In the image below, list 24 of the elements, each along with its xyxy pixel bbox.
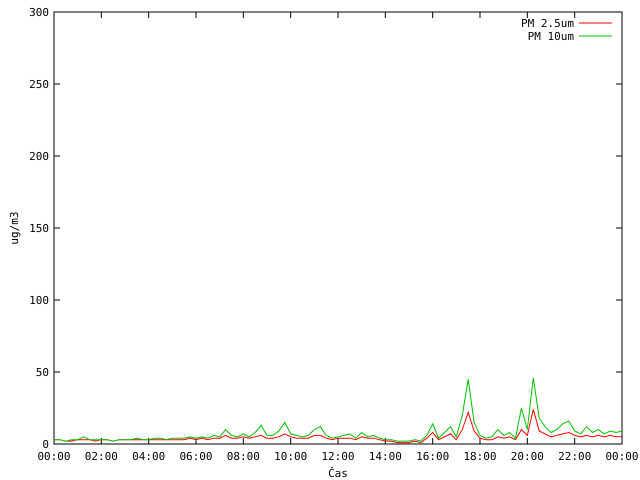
- x-tick-label: 16:00: [416, 450, 450, 463]
- x-tick-label: 04:00: [132, 450, 166, 463]
- x-axis-title: Čas: [328, 467, 348, 480]
- y-tick-label: 250: [29, 78, 49, 91]
- legend-label: PM 2.5um: [521, 17, 574, 30]
- x-tick-label: 00:00: [605, 450, 639, 463]
- y-tick-label: 100: [29, 294, 49, 307]
- x-tick-label: 08:00: [226, 450, 260, 463]
- x-tick-label: 10:00: [274, 450, 308, 463]
- x-tick-label: 22:00: [558, 450, 592, 463]
- y-axis-title: ug/m3: [8, 211, 21, 245]
- y-tick-label: 150: [29, 222, 49, 235]
- y-tick-label: 50: [36, 366, 49, 379]
- y-tick-label: 0: [42, 438, 49, 451]
- y-tick-label: 200: [29, 150, 49, 163]
- x-tick-label: 02:00: [84, 450, 118, 463]
- x-tick-label: 12:00: [321, 450, 355, 463]
- x-tick-label: 14:00: [368, 450, 402, 463]
- x-tick-label: 20:00: [510, 450, 544, 463]
- x-tick-label: 18:00: [463, 450, 497, 463]
- x-tick-label: 06:00: [179, 450, 213, 463]
- legend-label: PM 10um: [528, 30, 574, 43]
- x-tick-label: 00:00: [37, 450, 71, 463]
- y-tick-label: 300: [29, 6, 49, 19]
